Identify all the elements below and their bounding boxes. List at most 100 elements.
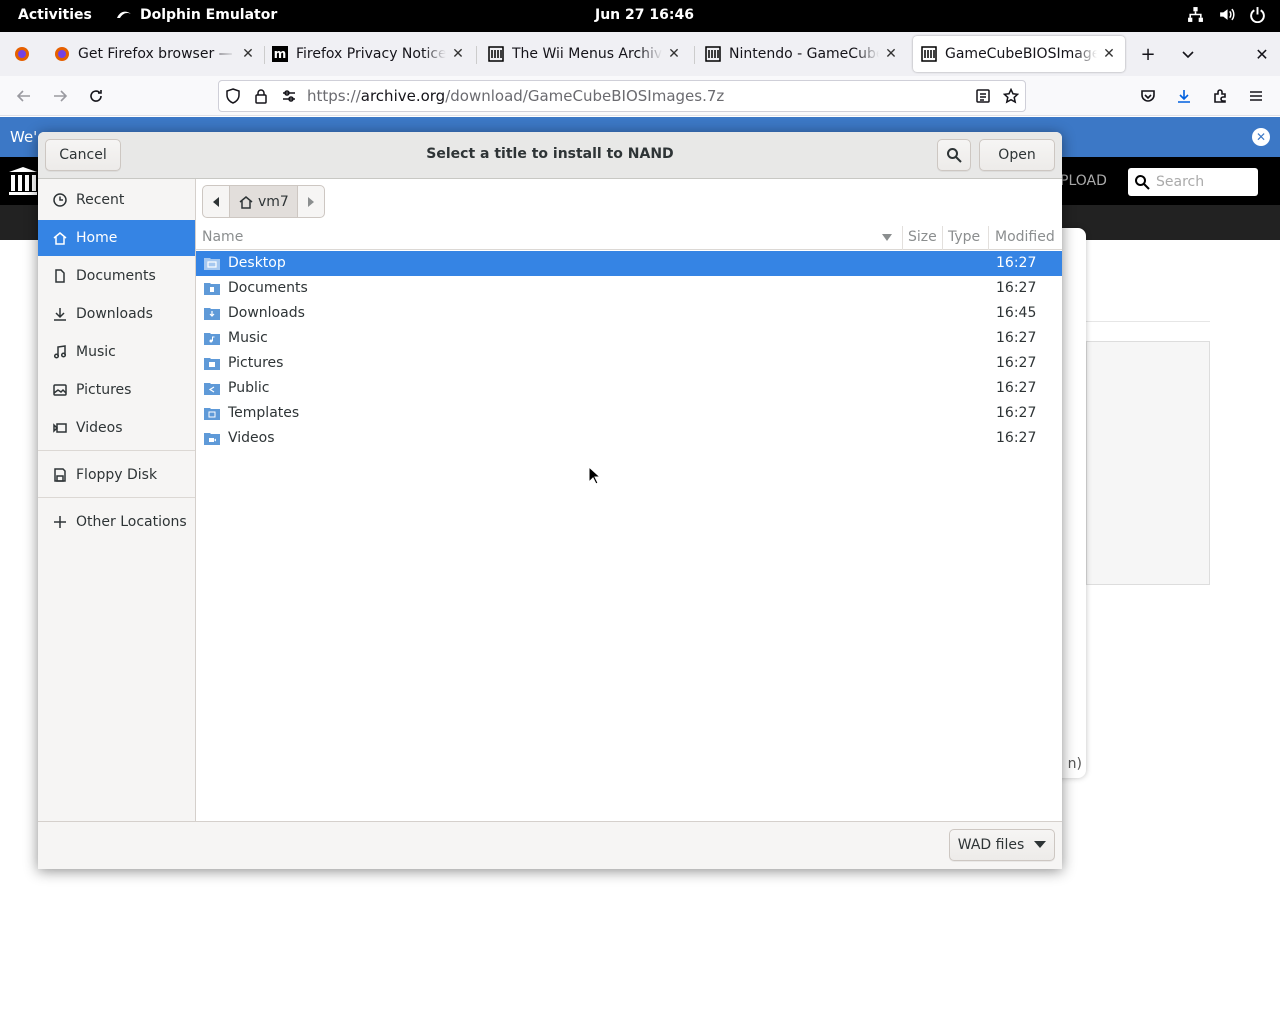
sidebar-item-music[interactable]: Music	[38, 334, 195, 370]
download-icon	[54, 308, 66, 321]
chevron-down-icon	[1182, 51, 1194, 59]
floppy-icon	[54, 468, 66, 482]
permissions-icon[interactable]	[275, 82, 303, 110]
column-header-modified[interactable]: Modified	[995, 229, 1055, 245]
pocket-button[interactable]	[1136, 84, 1160, 108]
file-row[interactable]: Public 16:27	[196, 376, 1062, 401]
close-tab-icon[interactable]: ✕	[883, 46, 899, 62]
close-tab-icon[interactable]: ✕	[240, 46, 256, 62]
upload-link[interactable]: PLOAD	[1060, 173, 1107, 189]
open-button[interactable]: Open	[979, 139, 1055, 171]
file-name: Desktop	[228, 255, 286, 271]
reload-button[interactable]	[84, 84, 108, 108]
music-icon	[53, 345, 67, 359]
path-scroll-right-button[interactable]	[298, 186, 324, 217]
sidebar-item-downloads[interactable]: Downloads	[38, 296, 195, 332]
divider	[1086, 321, 1210, 322]
plus-icon	[54, 516, 66, 528]
sidebar-item-label: Floppy Disk	[76, 467, 158, 483]
column-header-size[interactable]: Size	[908, 229, 937, 245]
firefox-icon	[54, 46, 70, 62]
firefox-view-button[interactable]	[4, 36, 40, 72]
search-button[interactable]	[937, 139, 971, 171]
file-modified: 16:27	[996, 330, 1037, 346]
tab-nintendo-gamecube[interactable]: Nintendo - GameCube - ✕	[697, 36, 907, 72]
download-arrow-icon	[1178, 90, 1190, 103]
file-row[interactable]: Desktop 16:27	[196, 251, 1062, 276]
file-row[interactable]: Documents 16:27	[196, 276, 1062, 301]
dialog-title: Select a title to install to NAND	[426, 146, 674, 162]
file-type-filter-dropdown[interactable]: WAD files	[949, 829, 1055, 861]
sidebar-item-label: Videos	[76, 420, 123, 436]
sidebar-item-other-locations[interactable]: Other Locations	[38, 504, 195, 540]
tracking-protection-icon[interactable]	[219, 82, 247, 110]
file-name: Downloads	[228, 305, 305, 321]
file-modified: 16:27	[996, 280, 1037, 296]
close-tab-icon[interactable]: ✕	[1101, 46, 1117, 62]
tab-privacy-notice[interactable]: m Firefox Privacy Notice — ✕	[264, 36, 474, 72]
path-bar: vm7	[202, 185, 325, 218]
column-header-type[interactable]: Type	[948, 229, 980, 245]
clock[interactable]: Jun 27 16:46	[595, 7, 694, 23]
forward-button[interactable]	[48, 84, 72, 108]
back-button[interactable]	[12, 84, 36, 108]
close-window-button[interactable]: ✕	[1250, 42, 1274, 66]
card-text-fragment: n)	[1067, 756, 1082, 772]
close-tab-icon[interactable]: ✕	[450, 46, 466, 62]
file-row[interactable]: Templates 16:27	[196, 401, 1062, 426]
list-all-tabs-button[interactable]	[1176, 42, 1200, 66]
sidebar-item-pictures[interactable]: Pictures	[38, 372, 195, 408]
triangle-left-icon	[213, 196, 219, 207]
url-bar[interactable]: https://archive.org/download/GameCubeBIO…	[218, 80, 1026, 112]
public-folder-icon	[204, 383, 220, 395]
puzzle-icon	[1214, 89, 1226, 103]
sidebar-item-recent[interactable]: Recent	[38, 182, 195, 218]
bookmark-star-icon[interactable]	[997, 82, 1025, 110]
tab-wii-menus-archive[interactable]: The Wii Menus Archive ( ✕	[480, 36, 690, 72]
file-row[interactable]: Music 16:27	[196, 326, 1062, 351]
app-menu-button[interactable]	[1244, 84, 1268, 108]
tab-title: Nintendo - GameCube -	[729, 46, 879, 62]
firefox-icon	[14, 46, 30, 62]
new-tab-button[interactable]: +	[1136, 42, 1160, 66]
sidebar-item-floppy-disk[interactable]: Floppy Disk	[38, 457, 195, 493]
sidebar-item-videos[interactable]: Videos	[38, 410, 195, 446]
path-scroll-left-button[interactable]	[203, 186, 229, 217]
mouse-cursor-icon	[588, 466, 600, 485]
sidebar-item-documents[interactable]: Documents	[38, 258, 195, 294]
extensions-button[interactable]	[1208, 84, 1232, 108]
path-button-home[interactable]: vm7	[229, 186, 298, 217]
app-menu[interactable]: Dolphin Emulator	[116, 7, 277, 23]
tab-strip: Get Firefox browser — M ✕ m Firefox Priv…	[0, 32, 1280, 76]
system-tray[interactable]	[1187, 6, 1266, 23]
close-notice-icon[interactable]: ✕	[1252, 128, 1270, 146]
tab-get-firefox[interactable]: Get Firefox browser — M ✕	[46, 36, 264, 72]
reader-view-icon[interactable]	[969, 82, 997, 110]
file-chooser-dialog: Cancel Select a title to install to NAND…	[38, 132, 1062, 869]
activities-button[interactable]: Activities	[18, 7, 92, 23]
file-list: Name Size Type Modified Desktop 16:27 Do…	[196, 226, 1062, 821]
column-header-name[interactable]: Name	[202, 229, 243, 245]
column-separator	[988, 226, 989, 250]
file-row[interactable]: Downloads 16:45	[196, 301, 1062, 326]
tab-gamecube-bios-images[interactable]: GameCubeBIOSImages. ✕	[913, 36, 1125, 72]
network-icon	[1188, 7, 1203, 22]
sidebar-item-home[interactable]: Home	[38, 220, 195, 256]
file-row[interactable]: Videos 16:27	[196, 426, 1062, 451]
downloads-button[interactable]	[1172, 84, 1196, 108]
sidebar-item-label: Pictures	[76, 382, 132, 398]
archive-search-input[interactable]: Search	[1128, 168, 1258, 196]
lock-icon[interactable]	[247, 82, 275, 110]
file-row[interactable]: Pictures 16:27	[196, 351, 1062, 376]
templates-folder-icon	[204, 408, 220, 420]
sidebar-item-label: Home	[76, 230, 118, 246]
home-icon	[53, 232, 67, 245]
sort-descending-icon[interactable]	[882, 234, 892, 242]
file-name: Templates	[228, 405, 300, 421]
file-name: Public	[228, 380, 270, 396]
chevron-down-icon	[1034, 841, 1047, 848]
close-tab-icon[interactable]: ✕	[666, 46, 682, 62]
archive-logo-icon[interactable]	[8, 167, 38, 195]
tab-separator	[694, 46, 695, 64]
file-modified: 16:45	[996, 305, 1037, 321]
